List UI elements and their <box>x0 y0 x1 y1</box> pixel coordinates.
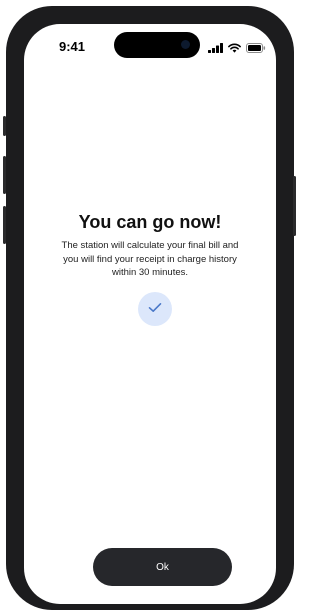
cellular-signal-icon <box>208 40 223 58</box>
dynamic-island <box>114 32 200 58</box>
confirmation-message: The station will calculate your final bi… <box>34 239 266 280</box>
volume-down-button <box>3 206 6 244</box>
message-line: The station will calculate your final bi… <box>61 240 239 251</box>
status-time: 9:41 <box>59 39 86 54</box>
success-indicator <box>138 292 172 326</box>
action-button <box>3 116 6 136</box>
app-screen: 9:41 You can go now! The station will ca… <box>24 24 276 604</box>
power-button <box>293 176 296 236</box>
message-line: you will find your receipt in charge his… <box>63 253 237 265</box>
battery-icon <box>246 40 266 58</box>
status-bar: 9:41 <box>24 24 276 68</box>
volume-up-button <box>3 156 6 194</box>
status-icons <box>208 40 266 58</box>
ok-button[interactable]: Ok <box>93 548 232 586</box>
page-title: You can go now! <box>78 212 222 232</box>
wifi-icon <box>228 40 241 58</box>
front-camera <box>181 40 190 49</box>
checkmark-icon <box>148 300 162 318</box>
message-line: within 30 minutes. <box>111 267 189 278</box>
